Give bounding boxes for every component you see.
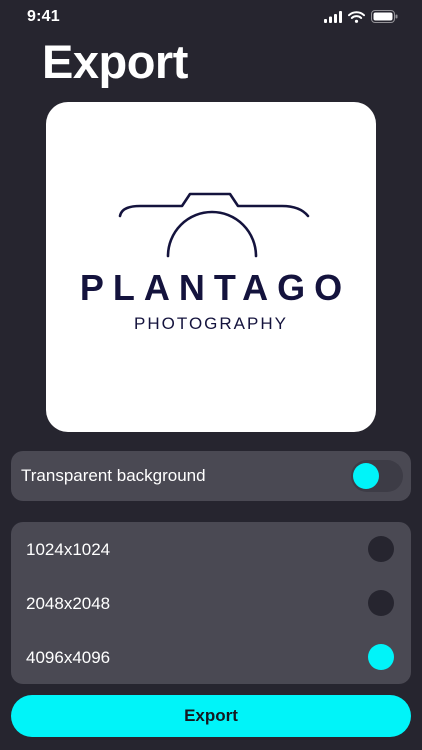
logo-name: PLANTAGO [79, 267, 352, 308]
transparent-background-label: Transparent background [21, 466, 206, 485]
status-time: 9:41 [27, 8, 60, 25]
size-option-label: 4096x4096 [26, 648, 111, 667]
size-option-label: 1024x1024 [26, 540, 111, 559]
transparent-background-toggle[interactable] [351, 460, 403, 492]
size-option-4096[interactable]: 4096x4096 [11, 630, 411, 684]
logo-preview-card: PLANTAGO PHOTOGRAPHY [46, 102, 376, 432]
transparent-background-row: Transparent background [11, 451, 411, 501]
logo-subtitle: PHOTOGRAPHY [134, 314, 288, 333]
size-option-list: 1024x1024 2048x2048 4096x4096 [11, 522, 411, 684]
size-option-label: 2048x2048 [26, 594, 111, 613]
radio-button[interactable] [368, 590, 394, 616]
radio-button[interactable] [368, 536, 394, 562]
toggle-knob [353, 463, 379, 489]
size-option-1024[interactable]: 1024x1024 [11, 522, 411, 576]
export-button[interactable]: Export [11, 695, 411, 737]
cellular-signal-icon [324, 10, 342, 23]
wifi-icon [348, 10, 365, 23]
status-bar: 9:41 [0, 0, 422, 34]
page-title: Export [42, 35, 188, 88]
status-icons [324, 10, 398, 23]
size-option-2048[interactable]: 2048x2048 [11, 576, 411, 630]
radio-button[interactable] [368, 644, 394, 670]
battery-icon [371, 10, 398, 23]
camera-outline-icon [118, 192, 310, 258]
